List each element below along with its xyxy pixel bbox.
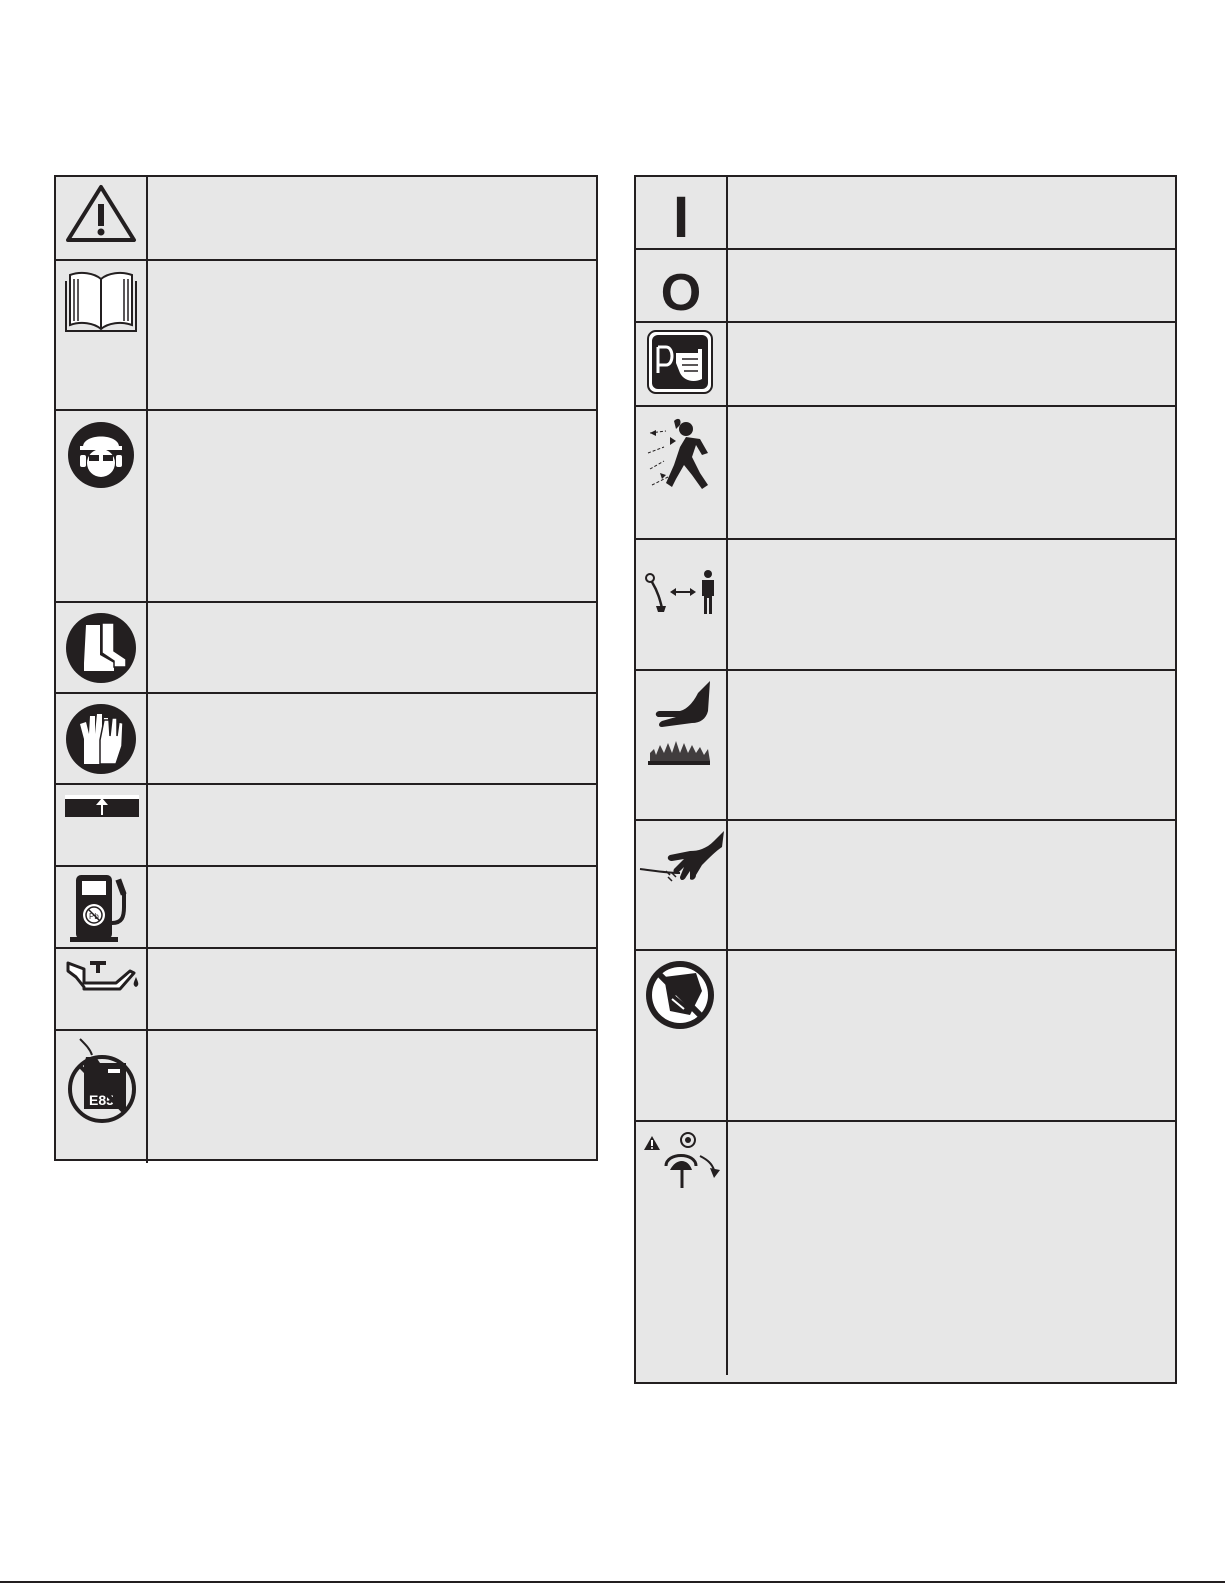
icon-cell	[56, 785, 148, 865]
symbol-row-rotating-line	[636, 821, 1175, 951]
icon-cell	[636, 951, 728, 1120]
hot-surface-icon	[648, 681, 710, 765]
symbol-row-protective-gear	[56, 411, 596, 603]
choke-lever-icon	[65, 795, 139, 817]
symbol-row-oil	[56, 949, 596, 1031]
symbol-description	[148, 603, 596, 692]
symbol-row-read-manual	[56, 261, 596, 411]
symbol-row-no-e85: E85	[56, 1031, 596, 1163]
symbol-row-gloves	[56, 694, 596, 785]
symbol-description	[148, 867, 596, 947]
symbol-description	[728, 671, 1175, 819]
symbol-row-fuel: Pb	[56, 867, 596, 949]
icon-cell	[56, 949, 148, 1029]
icon-cell	[56, 177, 148, 259]
off-position-icon: O	[661, 264, 701, 322]
icon-cell	[636, 540, 728, 669]
symbol-row-bystanders	[636, 540, 1175, 671]
warning-triangle-icon	[66, 185, 136, 242]
symbol-row-choke	[56, 785, 596, 867]
on-position-icon: I	[673, 185, 689, 249]
symbol-row-on: I	[636, 177, 1175, 250]
icon-cell	[636, 821, 728, 949]
safety-boots-icon	[66, 613, 136, 683]
symbol-description	[148, 785, 596, 865]
symbols-table-right: I O	[634, 175, 1177, 1384]
bystander-distance-icon	[645, 570, 714, 614]
icon-cell	[56, 603, 148, 692]
symbol-description	[728, 951, 1175, 1120]
icon-cell: O	[636, 250, 728, 322]
head-eye-ear-protection-icon	[68, 422, 134, 488]
symbol-row-boots	[56, 603, 596, 694]
primer-bulb-icon	[647, 330, 713, 394]
symbol-row-off: O	[636, 250, 1175, 323]
head-rotation-warning-icon	[644, 1132, 720, 1188]
svg-text:Pb: Pb	[89, 912, 99, 921]
icon-cell	[636, 407, 728, 538]
read-manual-icon	[65, 271, 137, 332]
no-e85-fuel-icon: E85	[68, 1038, 136, 1123]
symbol-description	[728, 177, 1175, 248]
symbol-description	[728, 407, 1175, 538]
symbol-description	[728, 540, 1175, 669]
symbol-description	[148, 411, 596, 601]
symbol-description	[148, 694, 596, 783]
icon-cell	[636, 671, 728, 819]
symbol-description	[148, 949, 596, 1029]
unleaded-fuel-pump-icon: Pb	[70, 875, 127, 942]
icon-cell: E85	[56, 1031, 148, 1163]
icon-cell	[56, 694, 148, 783]
symbol-row-thrown-objects	[636, 407, 1175, 540]
symbol-row-safety-alert	[56, 177, 596, 261]
no-blade-icon	[646, 961, 714, 1029]
thrown-objects-icon	[647, 418, 708, 489]
svg-text:I: I	[673, 185, 689, 249]
icon-cell	[56, 411, 148, 601]
symbol-row-no-blade	[636, 951, 1175, 1122]
symbol-description	[148, 177, 596, 259]
icon-cell	[636, 1122, 728, 1375]
rotating-line-hand-icon	[639, 831, 724, 882]
symbols-table-left: Pb E85	[54, 175, 598, 1163]
symbol-description	[148, 1031, 596, 1163]
symbol-description	[728, 250, 1175, 321]
gloves-icon	[66, 704, 136, 774]
oil-can-icon	[66, 961, 139, 991]
symbol-row-primer	[636, 323, 1175, 407]
icon-cell: Pb	[56, 867, 148, 947]
symbol-row-head-rotation	[636, 1122, 1175, 1375]
svg-text:O: O	[661, 264, 701, 322]
symbol-description	[728, 821, 1175, 949]
symbol-description	[728, 323, 1175, 405]
icon-cell: I	[636, 177, 728, 249]
icon-cell	[56, 261, 148, 409]
icon-cell	[636, 323, 728, 405]
page-bottom-rule	[0, 1581, 1225, 1583]
symbol-description	[728, 1122, 1175, 1375]
symbol-description	[148, 261, 596, 409]
symbol-row-hot-surface	[636, 671, 1175, 821]
